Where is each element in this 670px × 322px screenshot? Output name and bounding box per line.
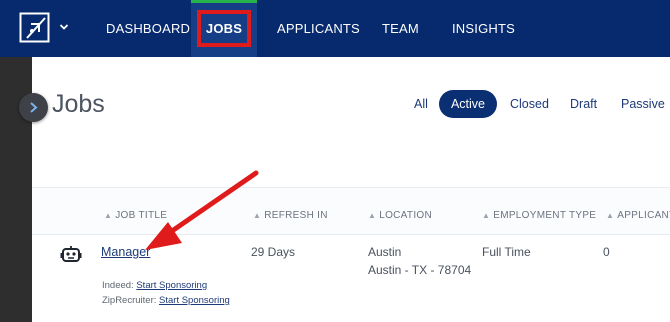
- logo-icon[interactable]: [19, 12, 50, 43]
- sponsor-indeed: Indeed: Start Sponsoring: [102, 280, 207, 291]
- sort-icon[interactable]: ▲︎: [253, 211, 261, 220]
- job-title-link[interactable]: Manager: [101, 245, 150, 259]
- sponsor-ziprecruiter: ZipRecruiter: Start Sponsoring: [102, 295, 230, 306]
- chevron-down-icon[interactable]: [59, 19, 69, 30]
- employment-type-value: Full Time: [482, 245, 531, 259]
- nav-insights[interactable]: INSIGHTS: [452, 0, 515, 57]
- filter-passive[interactable]: Passive: [621, 90, 665, 118]
- column-header-employment-type[interactable]: ▲︎ EMPLOYMENT TYPE: [482, 210, 596, 221]
- page-title: Jobs: [52, 90, 105, 118]
- top-navbar: DASHBOARD JOBS APPLICANTS TEAM INSIGHTS: [0, 0, 670, 57]
- nav-applicants[interactable]: APPLICANTS: [277, 0, 360, 57]
- filter-all[interactable]: All: [414, 90, 428, 118]
- column-header-label: EMPLOYMENT TYPE: [493, 210, 597, 221]
- location-address: Austin - TX - 78704: [368, 263, 472, 277]
- robot-icon: [60, 245, 82, 263]
- job-board-label: ZipRecruiter:: [102, 295, 157, 306]
- filter-active[interactable]: Active: [439, 90, 497, 118]
- column-header-label: REFRESH IN: [264, 210, 328, 221]
- start-sponsoring-link[interactable]: Start Sponsoring: [136, 280, 207, 291]
- sort-icon[interactable]: ▲︎: [368, 211, 376, 220]
- column-header-label: LOCATION: [379, 210, 432, 221]
- job-board-label: Indeed:: [102, 280, 134, 291]
- filter-draft[interactable]: Draft: [570, 90, 597, 118]
- sort-icon[interactable]: ▲︎: [482, 211, 490, 220]
- location-city: Austin: [368, 245, 402, 259]
- chevron-right-icon: [30, 102, 38, 113]
- column-header-location[interactable]: ▲︎ LOCATION: [368, 210, 432, 221]
- column-header-label: APPLICANT: [617, 210, 670, 221]
- column-header-label: JOB TITLE: [115, 210, 168, 221]
- nav-jobs-tab[interactable]: JOBS: [191, 0, 257, 57]
- jobs-table: ▲︎ JOB TITLE ▲︎ REFRESH IN ▲︎ LOCATION ▲︎ EM…: [32, 187, 670, 322]
- column-header-job-title[interactable]: ▲︎ JOB TITLE: [104, 210, 167, 221]
- start-sponsoring-link[interactable]: Start Sponsoring: [159, 295, 230, 306]
- nav-jobs-label[interactable]: JOBS: [191, 0, 257, 57]
- sort-icon[interactable]: ▲︎: [606, 211, 614, 220]
- column-header-applicants[interactable]: ▲︎ APPLICANT: [606, 210, 670, 221]
- filter-closed[interactable]: Closed: [510, 90, 549, 118]
- nav-dashboard[interactable]: DASHBOARD: [106, 0, 190, 57]
- app-root: DASHBOARD JOBS APPLICANTS TEAM INSIGHTS …: [0, 0, 670, 322]
- sort-icon[interactable]: ▲︎: [104, 211, 112, 220]
- refresh-in-value: 29 Days: [251, 245, 296, 259]
- nav-team[interactable]: TEAM: [382, 0, 419, 57]
- table-row: Manager Indeed: Start Sponsoring ZipRecr…: [32, 235, 670, 322]
- column-header-refresh-in[interactable]: ▲︎ REFRESH IN: [253, 210, 328, 221]
- applicant-count: 0: [603, 245, 610, 259]
- sidebar-toggle-button[interactable]: [19, 93, 48, 122]
- main-content: Jobs All Active Closed Draft Passive ▲︎ J…: [32, 57, 670, 322]
